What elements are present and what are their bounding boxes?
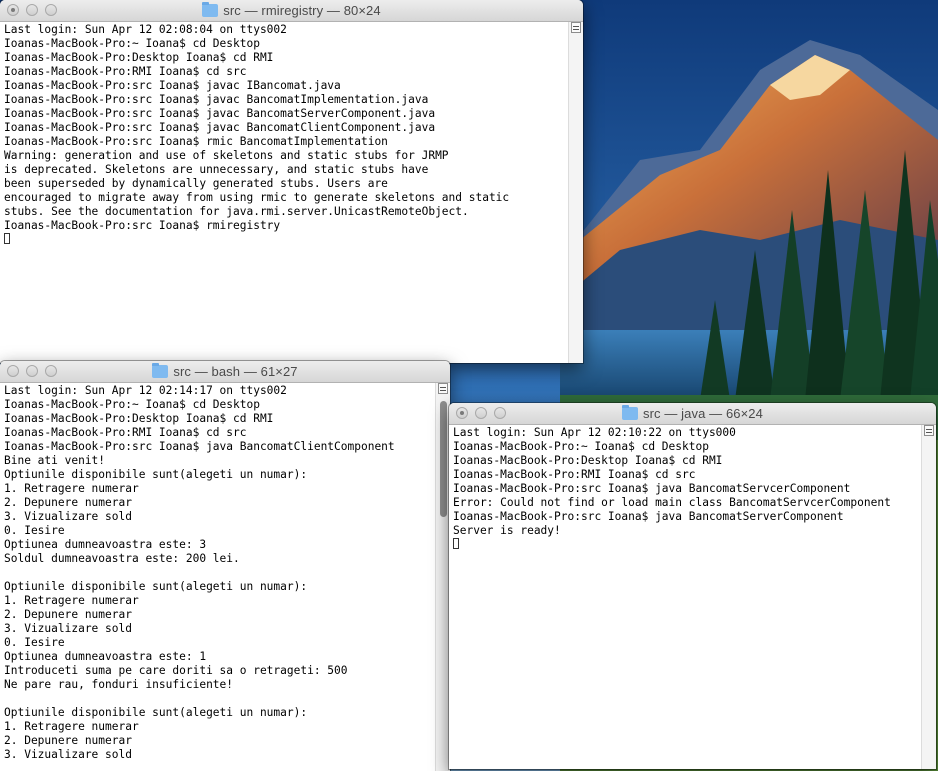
zoom-button[interactable] [45, 365, 57, 377]
window-controls [7, 365, 57, 377]
terminal-output[interactable]: Last login: Sun Apr 12 02:14:17 on ttys0… [0, 383, 436, 771]
terminal-line: Ioanas-MacBook-Pro:~ Ioana$ cd Desktop [453, 440, 709, 453]
terminal-line: Ioanas-MacBook-Pro:src Ioana$ javac Banc… [4, 93, 429, 106]
zoom-button[interactable] [494, 407, 506, 419]
terminal-line: Ioanas-MacBook-Pro:RMI Ioana$ cd src [4, 65, 247, 78]
terminal-line: Warning: generation and use of skeletons… [4, 149, 449, 162]
terminal-line: Ioanas-MacBook-Pro:src Ioana$ java Banco… [453, 510, 844, 523]
terminal-line: 0. Iesire [4, 524, 65, 537]
terminal-line: Ioanas-MacBook-Pro:src Ioana$ rmiregistr… [4, 219, 281, 232]
minimize-button[interactable] [475, 407, 487, 419]
close-button[interactable] [7, 4, 19, 16]
terminal-line: Soldul dumneavoastra este: 200 lei. [4, 552, 240, 565]
window-controls [7, 4, 57, 16]
terminal-line: Ioanas-MacBook-Pro:src Ioana$ javac Banc… [4, 121, 436, 134]
terminal-line: Ioanas-MacBook-Pro:src Ioana$ java Banco… [4, 440, 395, 453]
terminal-line: 1. Retragere numerar [4, 482, 139, 495]
terminal-line: 3. Vizualizare sold [4, 510, 132, 523]
cursor-line [4, 233, 569, 247]
window-titlebar[interactable]: src — rmiregistry — 80×24 [0, 0, 583, 22]
close-icon [460, 411, 464, 415]
terminal-line: Introduceti suma pe care doriti sa o ret… [4, 664, 348, 677]
scrollbar[interactable] [568, 22, 583, 363]
terminal-line: Optiunile disponibile sunt(alegeti un nu… [4, 580, 308, 593]
terminal-line: 1. Retragere numerar [4, 720, 139, 733]
terminal-line: Ioanas-MacBook-Pro:src Ioana$ java Banco… [453, 482, 851, 495]
window-title: src — rmiregistry — 80×24 [223, 3, 381, 18]
zoom-button[interactable] [45, 4, 57, 16]
split-pane-icon[interactable] [571, 22, 581, 33]
terminal-line: Ioanas-MacBook-Pro:~ Ioana$ cd Desktop [4, 37, 260, 50]
terminal-line: 3. Vizualizare sold [4, 748, 132, 761]
folder-icon [202, 2, 219, 17]
terminal-line: Optiunile disponibile sunt(alegeti un nu… [4, 706, 308, 719]
terminal-line: Error: Could not find or load main class… [453, 496, 891, 509]
folder-icon [622, 405, 639, 420]
terminal-line: Ioanas-MacBook-Pro:Desktop Ioana$ cd RMI [4, 51, 274, 64]
minimize-button[interactable] [26, 365, 38, 377]
close-icon [11, 8, 15, 12]
terminal-line: 1. Retragere numerar [4, 594, 139, 607]
terminal-line: 2. Depunere numerar [4, 496, 132, 509]
terminal-line: Optiunile disponibile sunt(alegeti un nu… [4, 468, 308, 481]
minimize-button[interactable] [26, 4, 38, 16]
terminal-line: Ioanas-MacBook-Pro:src Ioana$ javac Banc… [4, 107, 436, 120]
terminal-line: Last login: Sun Apr 12 02:10:22 on ttys0… [453, 426, 736, 439]
terminal-line: Ioanas-MacBook-Pro:src Ioana$ rmic Banco… [4, 135, 388, 148]
terminal-line: 2. Depunere numerar [4, 608, 132, 621]
window-controls [456, 407, 506, 419]
cursor-line [453, 538, 922, 552]
scrollbar[interactable] [921, 425, 936, 769]
close-button[interactable] [456, 407, 468, 419]
text-cursor [453, 538, 459, 549]
terminal-line: been superseded by dynamically generated… [4, 177, 388, 190]
window-titlebar[interactable]: src — java — 66×24 [449, 403, 936, 425]
terminal-line: Ioanas-MacBook-Pro:Desktop Ioana$ cd RMI [4, 412, 274, 425]
terminal-line: Optiunea dumneavoastra este: 3 [4, 538, 207, 551]
split-pane-icon[interactable] [438, 383, 448, 394]
terminal-line: 3. Vizualizare sold [4, 622, 132, 635]
window-titlebar[interactable]: src — bash — 61×27 [0, 361, 450, 383]
terminal-line: stubs. See the documentation for java.rm… [4, 205, 469, 218]
scrollbar[interactable] [435, 383, 450, 771]
terminal-line: Last login: Sun Apr 12 02:14:17 on ttys0… [4, 384, 287, 397]
terminal-line: Optiunea dumneavoastra este: 1 [4, 650, 207, 663]
close-button[interactable] [7, 365, 19, 377]
terminal-line: Ioanas-MacBook-Pro:RMI Ioana$ cd src [4, 426, 247, 439]
terminal-window-rmiregistry[interactable]: src — rmiregistry — 80×24 Last login: Su… [0, 0, 583, 363]
terminal-line: Ioanas-MacBook-Pro:src Ioana$ javac IBan… [4, 79, 341, 92]
terminal-line: Ioanas-MacBook-Pro:~ Ioana$ cd Desktop [4, 398, 260, 411]
window-title: src — bash — 61×27 [173, 364, 298, 379]
terminal-output[interactable]: Last login: Sun Apr 12 02:10:22 on ttys0… [449, 425, 922, 769]
scrollbar-thumb[interactable] [440, 401, 447, 517]
terminal-line: Ne pare rau, fonduri insuficiente! [4, 678, 234, 691]
terminal-window-bash[interactable]: src — bash — 61×27 Last login: Sun Apr 1… [0, 361, 450, 771]
text-cursor [4, 233, 10, 244]
terminal-line: encouraged to migrate away from using rm… [4, 191, 510, 204]
terminal-line: Server is ready! [453, 524, 561, 537]
split-pane-icon[interactable] [924, 425, 934, 436]
folder-icon [152, 363, 169, 378]
terminal-line: Last login: Sun Apr 12 02:08:04 on ttys0… [4, 23, 287, 36]
terminal-line: Bine ati venit! [4, 454, 106, 467]
terminal-window-java[interactable]: src — java — 66×24 Last login: Sun Apr 1… [449, 403, 936, 769]
terminal-line: 0. Iesire [4, 636, 65, 649]
terminal-line: is deprecated. Skeletons are unnecessary… [4, 163, 429, 176]
terminal-line: Ioanas-MacBook-Pro:RMI Ioana$ cd src [453, 468, 696, 481]
terminal-line: 2. Depunere numerar [4, 734, 132, 747]
terminal-output[interactable]: Last login: Sun Apr 12 02:08:04 on ttys0… [0, 22, 569, 363]
window-title: src — java — 66×24 [643, 406, 763, 421]
terminal-line: Ioanas-MacBook-Pro:Desktop Ioana$ cd RMI [453, 454, 723, 467]
